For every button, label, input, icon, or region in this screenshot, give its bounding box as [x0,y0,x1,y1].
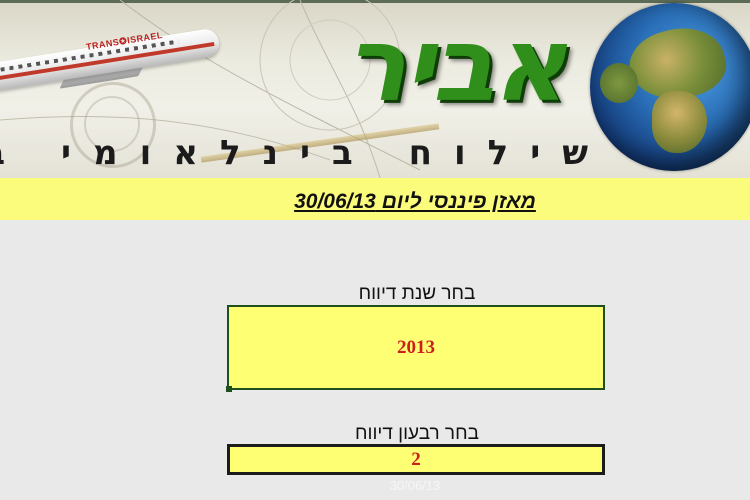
resize-handle[interactable] [226,386,232,392]
page-title: מאזן פיננסי ליום 30/06/13 [294,190,536,213]
year-value: 2013 [397,336,435,358]
quarter-value: 2 [411,448,421,470]
faint-date-text: 30/06/13 [389,478,441,493]
quarter-selector[interactable]: 2 [227,444,605,475]
company-tagline: שילוח בינלאומי בע [0,133,610,173]
globe-landmass [600,63,638,103]
quarter-selector-label: בחר רבעון דיווח [355,423,479,444]
header-banner: TRANS✪ISRAEL אביר שילוח בינלאומי בע [0,0,750,178]
company-logo-text: אביר [345,6,567,125]
year-selector-label: בחר שנת דיווח [358,283,476,304]
globe-icon [590,3,750,171]
year-selector[interactable]: 2013 [226,305,605,392]
globe-landmass [652,91,707,153]
